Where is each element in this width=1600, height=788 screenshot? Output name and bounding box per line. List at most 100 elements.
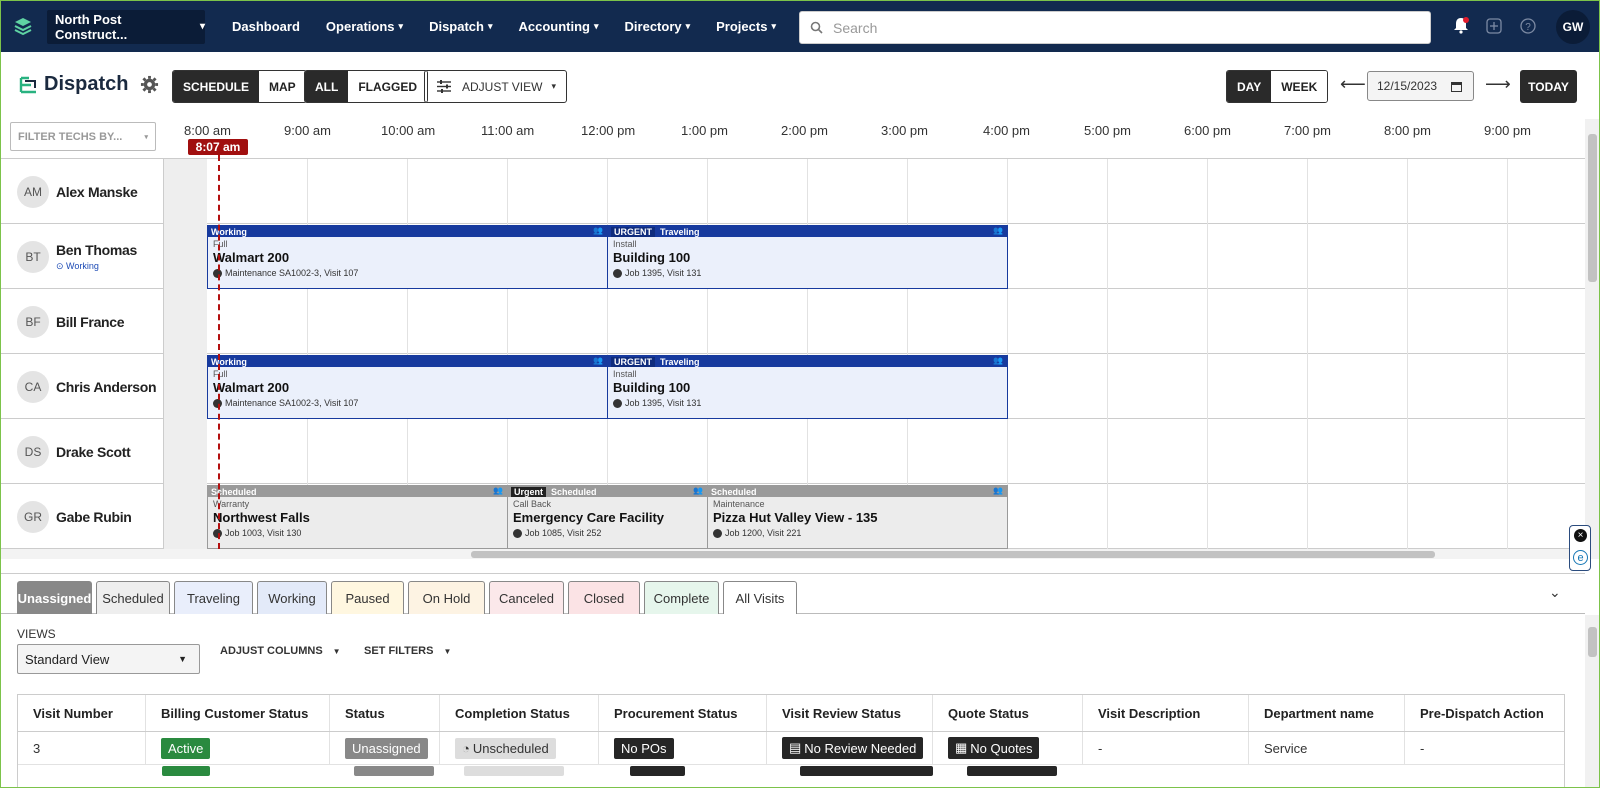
column-header[interactable]: Visit Number	[18, 695, 146, 731]
column-header[interactable]: Procurement Status	[599, 695, 767, 731]
table-vertical-scrollbar[interactable]	[1585, 615, 1599, 787]
nav-label: Projects	[716, 19, 768, 34]
visit-card[interactable]: Working 👥 Full Walmart 200 Maintenance SA100…	[207, 355, 608, 419]
nav-operations[interactable]: Operations ▾	[313, 1, 416, 52]
notification-bell-icon[interactable]	[1453, 17, 1469, 39]
visit-title: Walmart 200	[213, 250, 290, 265]
grid-line	[1307, 484, 1308, 549]
adjust-columns-button[interactable]: ADJUST COLUMNS ▼	[220, 645, 341, 657]
tech-cell[interactable]: CA Chris Anderson	[1, 354, 164, 419]
visits-table: Visit Number Billing Customer Status Statu…	[17, 694, 1565, 787]
close-icon[interactable]: ×	[1574, 529, 1587, 542]
tab-working[interactable]: Working	[257, 581, 327, 614]
add-icon[interactable]	[1486, 18, 1502, 39]
visit-card[interactable]: Scheduled 👥 Maintenance Pizza Hut Valley Vi…	[707, 485, 1008, 549]
visit-card[interactable]: URGENT Traveling 👥 Install Building 100 Job 1…	[607, 225, 1008, 289]
grid-line	[1107, 419, 1108, 484]
visit-title: Northwest Falls	[213, 510, 310, 525]
column-header[interactable]: Department name	[1249, 695, 1405, 731]
view-select[interactable]: Standard View ▼	[17, 644, 200, 674]
visit-card[interactable]: Working 👥 Full Walmart 200 Maintenance SA100…	[207, 225, 608, 289]
tech-avatar: GR	[17, 500, 49, 533]
nav-label: Directory	[624, 19, 682, 34]
date-input[interactable]: 12/15/2023	[1367, 71, 1474, 101]
search-input[interactable]	[833, 19, 1413, 36]
tab-scheduled[interactable]: Scheduled	[96, 581, 170, 614]
gear-icon[interactable]	[140, 75, 159, 94]
tech-cell[interactable]: BT Ben Thomas ⊙ Working	[1, 224, 164, 289]
tech-cell[interactable]: BF Bill France	[1, 289, 164, 354]
nav-directory[interactable]: Directory ▾	[612, 1, 704, 52]
unavailable-slot	[164, 484, 207, 549]
tech-cell[interactable]: DS Drake Scott	[1, 419, 164, 484]
tab-unassigned[interactable]: Unassigned	[17, 581, 92, 614]
grid-line	[1107, 159, 1108, 224]
side-widget[interactable]: × e	[1569, 525, 1591, 571]
column-header[interactable]: Visit Description	[1083, 695, 1249, 731]
scrollbar-thumb[interactable]	[471, 551, 1435, 558]
column-header[interactable]: Quote Status	[933, 695, 1083, 731]
grid-line	[807, 419, 808, 484]
team-icon: 👥	[693, 486, 703, 495]
schedule-vertical-scrollbar[interactable]	[1585, 119, 1599, 559]
team-icon: 👥	[593, 226, 603, 235]
company-selector[interactable]: North Post Construct... ▾	[47, 9, 205, 44]
nav-dispatch[interactable]: Dispatch ▾	[416, 1, 505, 52]
scrollbar-thumb[interactable]	[1588, 627, 1597, 657]
adjust-columns-label: ADJUST COLUMNS	[220, 645, 323, 657]
map-view-button[interactable]: MAP	[259, 71, 306, 102]
tab-on-hold[interactable]: On Hold	[408, 581, 485, 614]
visit-card[interactable]: Urgent Scheduled 👥 Call Back Emergency Care …	[507, 485, 708, 549]
tab-canceled[interactable]: Canceled	[489, 581, 564, 614]
visit-status-label: Working	[211, 226, 247, 237]
table-row[interactable]: 3 Active Unassigned ◔ Unscheduled No POs ▤ No…	[18, 732, 1564, 765]
column-header[interactable]: Visit Review Status	[767, 695, 933, 731]
tab-paused[interactable]: Paused	[331, 581, 404, 614]
filter-techs-input[interactable]: FILTER TECHS BY... ▾	[10, 122, 156, 151]
visit-status-label: Traveling	[660, 356, 700, 367]
visit-card[interactable]: URGENT Traveling 👥 Install Building 100 Job 1…	[607, 355, 1008, 419]
user-avatar[interactable]: GW	[1556, 10, 1590, 44]
tab-all-visits[interactable]: All Visits	[723, 581, 797, 614]
hour-label: 8:00 pm	[1384, 123, 1431, 138]
filter-flagged-button[interactable]: FLAGGED	[348, 71, 427, 102]
extension-icon[interactable]: e	[1573, 550, 1588, 565]
scrollbar-thumb[interactable]	[1588, 134, 1597, 282]
visit-subtitle-text: Maintenance SA1002-3, Visit 107	[225, 398, 359, 408]
week-button[interactable]: WEEK	[1271, 71, 1328, 102]
tech-row: DS Drake Scott	[1, 419, 1585, 484]
app-logo-icon[interactable]	[1, 1, 45, 52]
team-icon: 👥	[993, 356, 1003, 365]
column-header[interactable]: Status	[330, 695, 440, 731]
nav-dashboard[interactable]: Dashboard	[219, 1, 313, 52]
chevron-down-icon[interactable]: ⌄	[1549, 584, 1561, 601]
horizontal-scrollbar[interactable]	[1, 549, 1585, 559]
help-icon[interactable]: ?	[1520, 18, 1536, 39]
visit-subtitle: Maintenance SA1002-3, Visit 107	[208, 268, 607, 278]
table-cell: Service	[1249, 732, 1405, 764]
hour-label: 5:00 pm	[1084, 123, 1131, 138]
adjust-view-button[interactable]: ADJUST VIEW ▾	[424, 70, 567, 103]
tech-cell[interactable]: GR Gabe Rubin	[1, 484, 164, 549]
arrow-right-icon[interactable]: ⟶	[1485, 74, 1511, 95]
schedule-view-button[interactable]: SCHEDULE	[173, 71, 260, 102]
column-header[interactable]: Pre-Dispatch Action	[1405, 695, 1564, 731]
tab-complete[interactable]: Complete	[644, 581, 719, 614]
hour-label: 10:00 am	[381, 123, 436, 138]
tab-traveling[interactable]: Traveling	[174, 581, 253, 614]
tech-cell[interactable]: AM Alex Manske	[1, 159, 164, 224]
nav-accounting[interactable]: Accounting ▾	[506, 1, 612, 52]
filter-all-button[interactable]: ALL	[305, 71, 349, 102]
column-header[interactable]: Billing Customer Status	[146, 695, 330, 731]
set-filters-button[interactable]: SET FILTERS ▼	[364, 645, 451, 657]
arrow-left-icon[interactable]: ⟵	[1340, 74, 1366, 95]
today-button[interactable]: TODAY	[1520, 70, 1577, 103]
unavailable-slot	[164, 289, 207, 354]
nav-projects[interactable]: Projects ▾	[703, 1, 789, 52]
column-header[interactable]: Completion Status	[440, 695, 599, 731]
tab-closed[interactable]: Closed	[568, 581, 640, 614]
visit-card[interactable]: Scheduled 👥 Warranty Northwest Falls Job 100…	[207, 485, 508, 549]
filter-techs-placeholder: FILTER TECHS BY...	[18, 130, 123, 143]
visit-type: Maintenance	[713, 499, 765, 509]
day-button[interactable]: DAY	[1227, 71, 1272, 102]
